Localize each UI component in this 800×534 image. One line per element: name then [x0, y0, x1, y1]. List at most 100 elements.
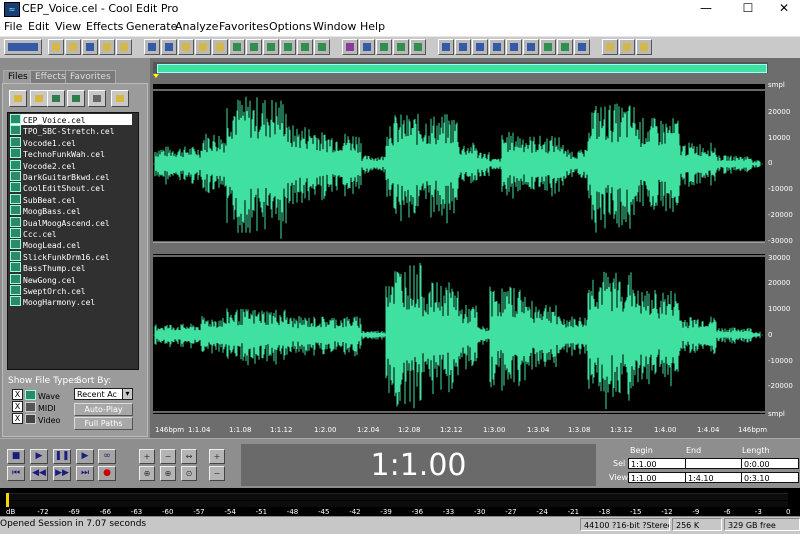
file-list-item[interactable]: DualMoogAscend.cel	[10, 216, 132, 228]
goto-start-button[interactable]: ⏮	[7, 466, 25, 481]
paste-mix-button[interactable]	[229, 39, 245, 55]
tab-favorites[interactable]: Favorites	[65, 70, 116, 84]
view-length-field[interactable]: 0:3.10	[741, 472, 799, 483]
help-icon[interactable]	[111, 90, 129, 107]
help-button[interactable]	[636, 39, 652, 55]
maximize-button[interactable]: ☐	[728, 0, 768, 18]
zoom-in-vertical-icon[interactable]: +	[209, 449, 225, 464]
zoom-full-icon[interactable]: ↔	[181, 449, 197, 464]
undo-button[interactable]	[144, 39, 160, 55]
import-file-icon[interactable]	[30, 90, 48, 107]
menu-options[interactable]: Options	[269, 20, 311, 33]
zoom-selection-icon[interactable]: ⊙	[181, 466, 197, 481]
view-begin-field[interactable]: 1:1.00	[628, 472, 686, 483]
grid-view-button[interactable]	[410, 39, 426, 55]
menu-window[interactable]: Window	[313, 20, 356, 33]
record-button[interactable]: ●	[98, 466, 116, 481]
snap-button[interactable]	[506, 39, 522, 55]
paste-button[interactable]	[212, 39, 228, 55]
video-checkbox[interactable]: X	[12, 413, 23, 424]
zoom-selection-button[interactable]	[472, 39, 488, 55]
file-list-item[interactable]: NewGong.cel	[10, 273, 132, 285]
minimize-button[interactable]: —	[686, 0, 726, 18]
settings-button[interactable]	[602, 39, 618, 55]
menu-favorites[interactable]: Favorites	[219, 20, 269, 33]
file-list-item[interactable]: Vocode1.cel	[10, 136, 132, 148]
zoom-out-vertical-icon[interactable]: −	[209, 466, 225, 481]
zoom-in-icon[interactable]: +	[139, 449, 155, 464]
file-list-item[interactable]: SlickFunkDrm16.cel	[10, 250, 132, 262]
close-button[interactable]: ✕	[764, 0, 800, 18]
clipboard-2-button[interactable]	[297, 39, 313, 55]
file-list-item[interactable]: Vocode2.cel	[10, 159, 132, 171]
zoom-out-icon[interactable]: −	[160, 449, 176, 464]
waveform-view-button[interactable]	[359, 39, 375, 55]
file-list-item[interactable]: MoogLead.cel	[10, 239, 132, 250]
open-file-button[interactable]	[65, 39, 81, 55]
overview-range-bar[interactable]	[157, 64, 767, 73]
zoom-in-left-icon[interactable]: ⊕	[139, 466, 155, 481]
midi-checkbox[interactable]: X	[12, 401, 23, 412]
stop-button[interactable]: ■	[7, 449, 25, 464]
copy-button[interactable]	[195, 39, 211, 55]
view-end-field[interactable]: 1:4.10	[685, 472, 743, 483]
loop-button[interactable]: ∞	[98, 449, 116, 464]
file-list-item[interactable]: TPO_SBC-Stretch.cel	[10, 125, 132, 136]
zoom-in-right-icon[interactable]: ⊕	[160, 466, 176, 481]
menu-analyze[interactable]: Analyze	[175, 20, 218, 33]
menu-view[interactable]: View	[55, 20, 81, 33]
clipboard-1-button[interactable]	[280, 39, 296, 55]
menu-help[interactable]: Help	[360, 20, 385, 33]
pause-button[interactable]: ❚❚	[53, 449, 71, 464]
file-list-item[interactable]: Ccc.cel	[10, 228, 132, 239]
menu-generate[interactable]: Generate	[126, 20, 177, 33]
open-file-icon[interactable]	[9, 90, 27, 107]
sel-length-field[interactable]: 0:0.00	[741, 458, 799, 469]
menu-edit[interactable]: Edit	[28, 20, 49, 33]
chevron-down-icon[interactable]: ▾	[122, 388, 133, 400]
track-view-button[interactable]	[376, 39, 392, 55]
zoom-in-full-button[interactable]	[438, 39, 454, 55]
file-list-item[interactable]: TechnoFunkWah.cel	[10, 148, 132, 159]
menu-effects[interactable]: Effects	[86, 20, 123, 33]
play-file-icon[interactable]	[88, 90, 106, 107]
close-file-button[interactable]	[99, 39, 115, 55]
goto-end-button[interactable]: ⏭	[76, 466, 94, 481]
auto-play-button[interactable]: Auto-Play	[74, 403, 133, 416]
tab-files[interactable]: Files	[3, 70, 33, 84]
bpm-button[interactable]	[523, 39, 539, 55]
full-paths-button[interactable]: Full Paths	[74, 417, 133, 430]
zoom-out-button[interactable]	[455, 39, 471, 55]
file-list-item[interactable]: DarkGuitarBkwd.cel	[10, 171, 132, 182]
toggle-multitrack-button[interactable]	[4, 39, 42, 55]
file-list-item[interactable]: MoogBass.cel	[10, 205, 132, 216]
favorites-button[interactable]	[619, 39, 635, 55]
markers-button[interactable]	[574, 39, 590, 55]
frequency-button[interactable]	[540, 39, 556, 55]
file-list-item[interactable]: MoogHarmony.cel	[10, 296, 132, 307]
analysis-button[interactable]	[557, 39, 573, 55]
redo-button[interactable]	[161, 39, 177, 55]
spectral-view-button[interactable]	[342, 39, 358, 55]
sel-end-field[interactable]	[685, 458, 743, 469]
sel-begin-field[interactable]: 1:1.00	[628, 458, 686, 469]
mix-paste-button[interactable]	[263, 39, 279, 55]
file-list-item[interactable]: SubBeat.cel	[10, 193, 132, 205]
fast-forward-button[interactable]: ▶▶	[53, 466, 71, 481]
clipboard-3-button[interactable]	[314, 39, 330, 55]
file-list-item[interactable]: CoolEditShout.cel	[10, 182, 132, 193]
trim-button[interactable]	[246, 39, 262, 55]
play-loop-button[interactable]	[489, 39, 505, 55]
rewind-button[interactable]: ◀◀	[30, 466, 48, 481]
file-list-item[interactable]: SweptOrch.cel	[10, 285, 132, 296]
tempo-view-button[interactable]	[393, 39, 409, 55]
file-list-item[interactable]: BassThump.cel	[10, 262, 132, 273]
play-to-end-button[interactable]: ▶	[76, 449, 94, 464]
append-file-button[interactable]	[116, 39, 132, 55]
waveform-display[interactable]	[153, 74, 765, 426]
save-file-button[interactable]	[82, 39, 98, 55]
new-file-button[interactable]	[48, 39, 64, 55]
cut-button[interactable]	[178, 39, 194, 55]
insert-file-icon[interactable]	[67, 90, 85, 107]
close-file-icon[interactable]	[47, 90, 65, 107]
